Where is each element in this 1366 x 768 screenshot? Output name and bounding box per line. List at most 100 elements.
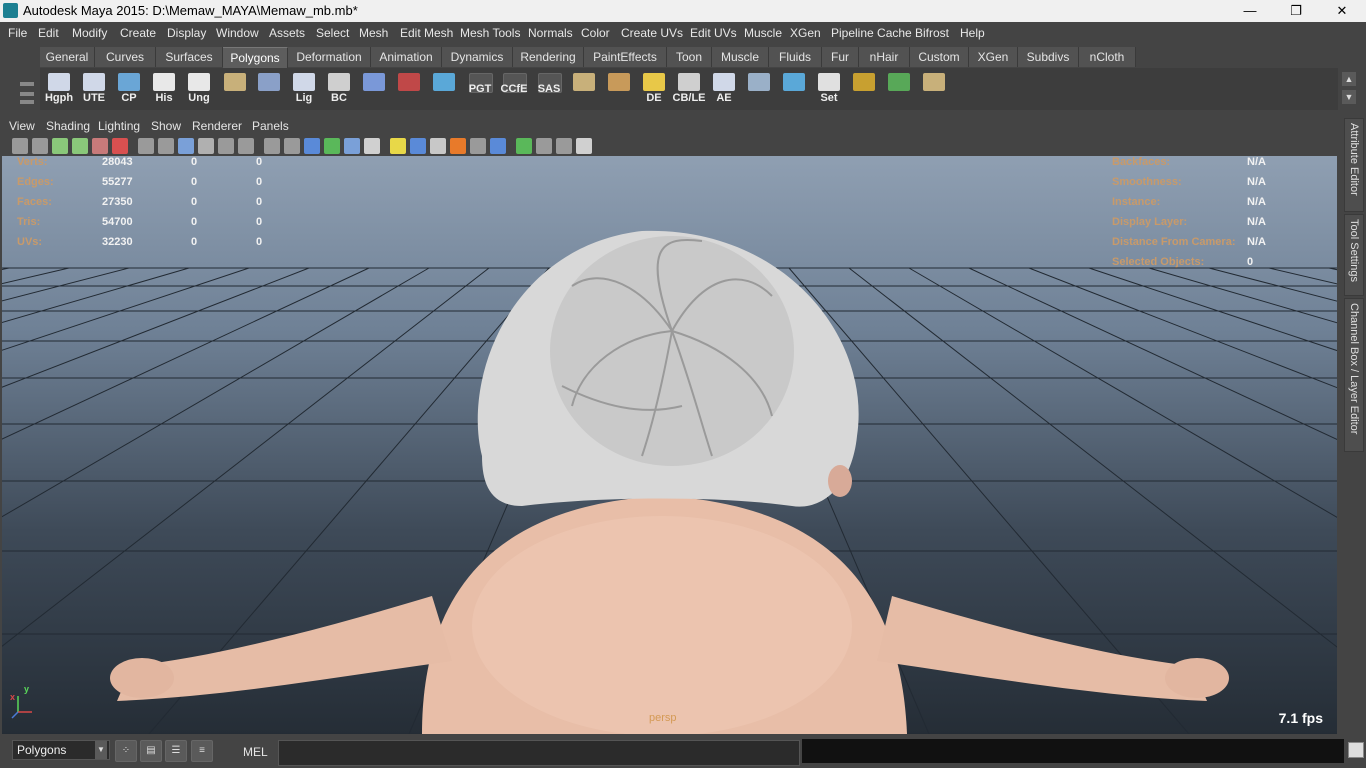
menu-muscle[interactable]: Muscle <box>744 26 782 40</box>
eye-shelf-button[interactable]: CB/LE <box>672 71 706 107</box>
tab-dynamics[interactable]: Dynamics <box>442 47 513 67</box>
mel-label[interactable]: MEL <box>243 745 268 759</box>
close-button[interactable]: ✕ <box>1319 0 1365 22</box>
panel-menu-lighting[interactable]: Lighting <box>98 119 140 133</box>
tab-painteffects[interactable]: PaintEffects <box>584 47 667 67</box>
grid-toggle-icon[interactable] <box>138 138 154 154</box>
menu-assets[interactable]: Assets <box>269 26 305 40</box>
select-camera-icon[interactable] <box>12 138 28 154</box>
hypergraph-shelf-button[interactable]: Hgph <box>42 71 76 107</box>
tab-fur[interactable]: Fur <box>822 47 859 67</box>
menu-pipeline-cache[interactable]: Pipeline Cache <box>831 26 912 40</box>
gate-mask-icon[interactable] <box>198 138 214 154</box>
eye-shelf-button[interactable]: BC <box>322 71 356 107</box>
target-shelf-button[interactable] <box>847 71 881 107</box>
menu-window[interactable]: Window <box>216 26 259 40</box>
depth-of-field-icon[interactable] <box>490 138 506 154</box>
menu-edit-uvs[interactable]: Edit UVs <box>690 26 737 40</box>
wireframe-on-shaded-icon[interactable] <box>324 138 340 154</box>
safe-title-icon[interactable] <box>264 138 280 154</box>
tab-subdivs[interactable]: Subdivs <box>1018 47 1079 67</box>
tab-fluids[interactable]: Fluids <box>769 47 822 67</box>
menu-create-uvs[interactable]: Create UVs <box>621 26 683 40</box>
ungroup-shelf-button[interactable]: Ung <box>182 71 216 107</box>
camera-bookmark-shelf-button[interactable] <box>392 71 426 107</box>
menu-select[interactable]: Select <box>316 26 349 40</box>
menu-edit-mesh[interactable]: Edit Mesh <box>400 26 453 40</box>
channel-box-button[interactable]: ≡ <box>191 740 213 762</box>
uv-texture-editor-shelf-button[interactable]: UTE <box>77 71 111 107</box>
menu-set-dropdown[interactable]: Polygons ▼ <box>12 740 110 760</box>
script-editor-button[interactable] <box>1348 742 1364 758</box>
tab-ncloth[interactable]: nCloth <box>1079 47 1136 67</box>
color-wheel-shelf-button[interactable] <box>882 71 916 107</box>
script-editor-icon-button[interactable]: ▤ <box>140 740 162 762</box>
menu-color[interactable]: Color <box>581 26 610 40</box>
tab-deformation[interactable]: Deformation <box>288 47 371 67</box>
history-shelf-button[interactable]: His <box>147 71 181 107</box>
script-text-shelf-button[interactable]: SAS <box>532 71 566 107</box>
light-editor-shelf-button[interactable]: Lig <box>287 71 321 107</box>
tab-animation[interactable]: Animation <box>371 47 442 67</box>
uv-grid-shelf-button[interactable] <box>602 71 636 107</box>
shadows-icon[interactable] <box>410 138 426 154</box>
shelf-handle[interactable] <box>8 46 38 110</box>
maximize-button[interactable]: ❐ <box>1273 0 1319 22</box>
menu-normals[interactable]: Normals <box>528 26 573 40</box>
panel-menu-panels[interactable]: Panels <box>252 119 289 133</box>
bookmark-icon[interactable] <box>52 138 68 154</box>
tab-custom[interactable]: Custom <box>910 47 969 67</box>
menu-xgen[interactable]: XGen <box>790 26 821 40</box>
field-chart-icon[interactable] <box>218 138 234 154</box>
menu-file[interactable]: File <box>8 26 27 40</box>
globe-select-shelf-button[interactable] <box>252 71 286 107</box>
tab-attribute-editor[interactable]: Attribute Editor <box>1344 118 1364 212</box>
xray-active-icon[interactable] <box>556 138 572 154</box>
anti-aliasing-icon[interactable] <box>470 138 486 154</box>
panel-menu-view[interactable]: View <box>9 119 35 133</box>
key-shelf-button[interactable]: Set <box>812 71 846 107</box>
attribute-editor-shelf-button[interactable]: AE <box>707 71 741 107</box>
tab-channel-box-layer-editor[interactable]: Channel Box / Layer Editor <box>1344 298 1364 452</box>
rubber-stamp-shelf-button[interactable] <box>218 71 252 107</box>
motion-blur-icon[interactable] <box>450 138 466 154</box>
tab-muscle[interactable]: Muscle <box>712 47 769 67</box>
camera-attributes-icon[interactable] <box>32 138 48 154</box>
menu-display[interactable]: Display <box>167 26 206 40</box>
component-pivot-shelf-button[interactable]: CP <box>112 71 146 107</box>
uv-layout-shelf-button[interactable] <box>567 71 601 107</box>
default-material-icon[interactable] <box>344 138 360 154</box>
film-gate-icon[interactable] <box>158 138 174 154</box>
light-bulb-shelf-button[interactable]: DE <box>637 71 671 107</box>
outliner-button[interactable]: ☰ <box>165 740 187 762</box>
shelf-scroll-down-button[interactable]: ▼ <box>1342 90 1356 104</box>
perspective-viewport[interactable]: Verts: 28043 0 0 Edges: 55277 0 0 Faces:… <box>2 156 1337 734</box>
menu-create[interactable]: Create <box>120 26 156 40</box>
menu-modify[interactable]: Modify <box>72 26 107 40</box>
shelf-scroll-up-button[interactable]: ▲ <box>1342 72 1356 86</box>
textured-icon[interactable] <box>364 138 380 154</box>
script-text-shelf-button[interactable]: PGT <box>463 71 497 107</box>
smooth-shade-icon[interactable] <box>304 138 320 154</box>
snap-toggle-button[interactable]: ⁘ <box>115 740 137 762</box>
script-text-shelf-button[interactable]: CCfE <box>497 71 531 107</box>
minimize-button[interactable]: — <box>1227 0 1273 22</box>
menu-mesh[interactable]: Mesh <box>359 26 388 40</box>
spotlight-shelf-button[interactable] <box>742 71 776 107</box>
curve-tool-shelf-button[interactable] <box>427 71 461 107</box>
wireframe-icon[interactable] <box>284 138 300 154</box>
bounding-box-shelf-button[interactable] <box>357 71 391 107</box>
menu-mesh-tools[interactable]: Mesh Tools <box>460 26 520 40</box>
motion-path-shelf-button[interactable] <box>777 71 811 107</box>
tab-rendering[interactable]: Rendering <box>513 47 584 67</box>
uv-layout-shelf-button[interactable] <box>917 71 951 107</box>
menu-help[interactable]: Help <box>960 26 985 40</box>
panel-menu-renderer[interactable]: Renderer <box>192 119 242 133</box>
image-plane-icon[interactable] <box>72 138 88 154</box>
tab-general[interactable]: General <box>40 47 95 67</box>
isolate-select-icon[interactable] <box>516 138 532 154</box>
2d-pan-icon[interactable] <box>92 138 108 154</box>
panel-menu-shading[interactable]: Shading <box>46 119 90 133</box>
tab-toon[interactable]: Toon <box>667 47 712 67</box>
tab-polygons[interactable]: Polygons <box>223 47 288 68</box>
